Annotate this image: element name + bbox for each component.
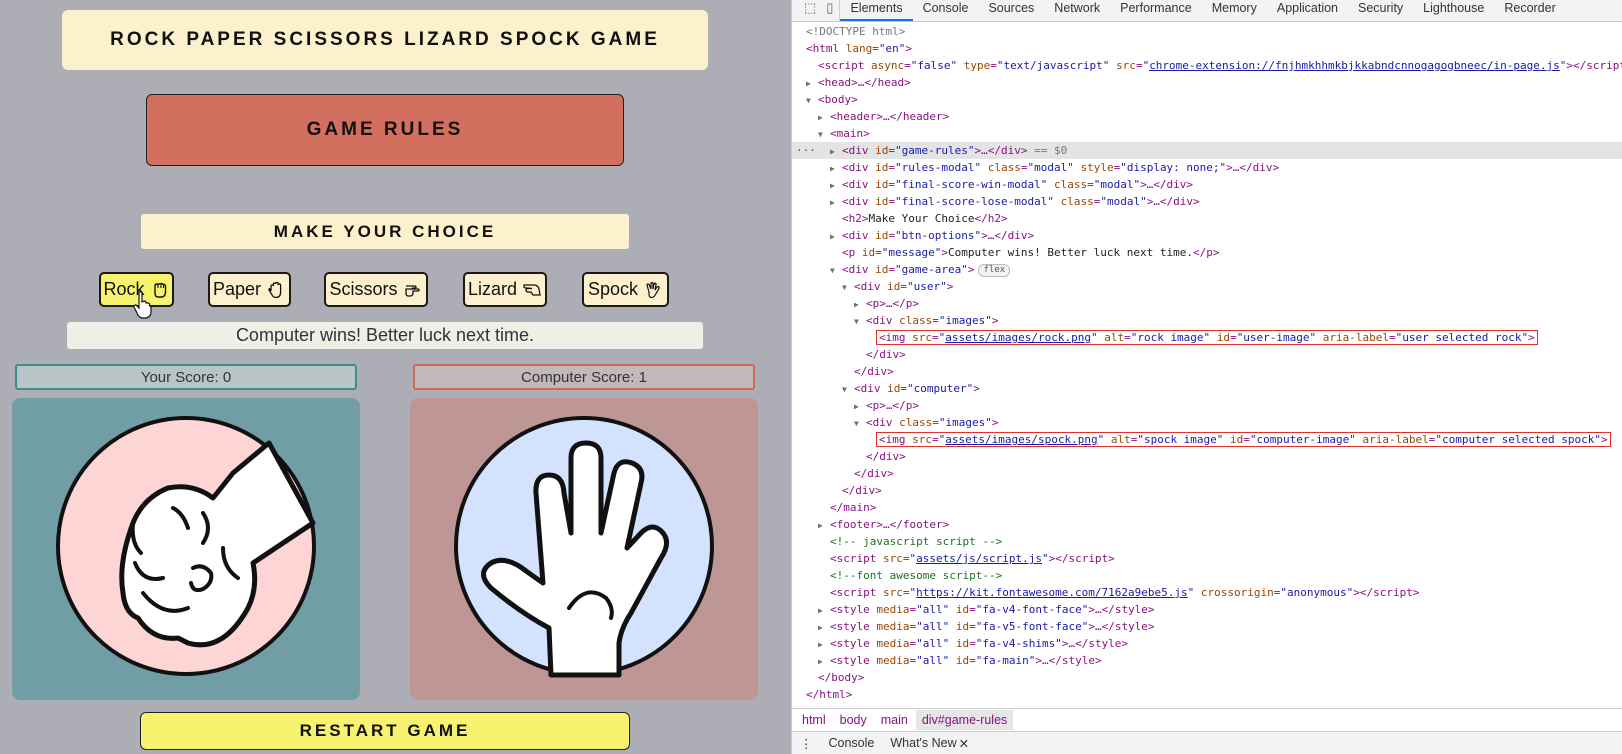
dom-line[interactable]: ▶ <head>…</head>	[806, 74, 911, 91]
user-choice-panel	[12, 398, 360, 700]
dom-line[interactable]: ▼ <div id="user">	[842, 278, 953, 295]
rock-label: Rock	[103, 279, 145, 299]
dom-line[interactable]: </div>	[866, 346, 906, 363]
dom-line[interactable]: ▶ <p>…</p>	[854, 397, 919, 414]
dom-line[interactable]: </div>	[866, 448, 906, 465]
game-rules-button[interactable]: GAME RULES	[146, 94, 624, 166]
restart-game-button[interactable]: RESTART GAME	[140, 712, 630, 750]
dom-line[interactable]: ▼ <div id="computer">	[842, 380, 980, 397]
dom-line[interactable]: <html lang="en">	[806, 40, 912, 57]
dom-line[interactable]: ▶ <style media="all" id="fa-v4-shims">…</…	[818, 635, 1128, 652]
dom-line-selected[interactable]: ··· ▶ <div id="game-rules">…</div> == $0	[792, 142, 1622, 159]
spock-button[interactable]: Spock	[582, 272, 669, 307]
breadcrumb-body[interactable]: body	[834, 710, 873, 730]
hand-lizard-icon	[523, 283, 541, 296]
hand-scissors-icon	[404, 284, 420, 297]
dom-line-user-image[interactable]: <img src="assets/images/rock.png" alt="r…	[876, 329, 1538, 346]
dom-line[interactable]: ▶ <header>…</header>	[818, 108, 949, 125]
dom-line[interactable]: ▶ <style media="all" id="fa-v5-font-face"…	[818, 618, 1155, 635]
dom-line[interactable]: <script src="assets/js/script.js"></scri…	[830, 550, 1115, 567]
user-score: Your Score: 0	[15, 364, 357, 390]
dom-tree: <!DOCTYPE html> <html lang="en"> <script…	[792, 23, 1622, 706]
inspect-element-icon[interactable]: ⬚	[804, 0, 816, 16]
dom-line[interactable]: ▶ <div id="final-score-win-modal" class="…	[830, 176, 1193, 193]
drawer-tab-console[interactable]: Console	[821, 736, 883, 750]
tab-security[interactable]: Security	[1348, 0, 1413, 21]
dom-line[interactable]: ▶ <div id="rules-modal" class="modal" sty…	[830, 159, 1279, 176]
dom-line[interactable]: </html>	[806, 686, 852, 703]
tab-console[interactable]: Console	[913, 0, 979, 21]
dom-line[interactable]: ▼ <div class="images">	[854, 414, 998, 431]
spock-label: Spock	[587, 279, 639, 299]
tab-application[interactable]: Application	[1267, 0, 1348, 21]
tab-recorder[interactable]: Recorder	[1494, 0, 1565, 21]
lizard-button[interactable]: Lizard	[463, 272, 547, 307]
dom-line[interactable]: </div>	[842, 482, 882, 499]
dom-line[interactable]: ▼ <main>	[818, 125, 870, 142]
tab-lighthouse[interactable]: Lighthouse	[1413, 0, 1494, 21]
dom-line[interactable]: ▼ <body>	[806, 91, 858, 108]
paper-button[interactable]: Paper	[208, 272, 291, 307]
drawer-menu-icon[interactable]: ⋮	[792, 736, 821, 751]
devtools-panel: ⬚ ▯ Elements Console Sources Network Per…	[791, 0, 1622, 754]
dom-line[interactable]: ▶ <p>…</p>	[854, 295, 919, 312]
dom-line[interactable]: <p id="message">Computer wins! Better lu…	[842, 244, 1220, 261]
dom-line[interactable]: ▼ <div id="game-area"> flex	[830, 261, 1011, 278]
device-toolbar-icon[interactable]: ▯	[826, 0, 833, 16]
dom-line[interactable]: <script async="false" type="text/javascr…	[818, 57, 1622, 74]
tab-sources[interactable]: Sources	[978, 0, 1044, 21]
dom-line[interactable]: ▼ <div class="images">	[854, 312, 998, 329]
make-choice-heading: MAKE YOUR CHOICE	[141, 214, 629, 249]
rock-button[interactable]: Rock	[99, 272, 174, 307]
close-icon[interactable]: ✕	[959, 736, 969, 751]
tab-memory[interactable]: Memory	[1202, 0, 1267, 21]
dom-line[interactable]: <h2>Make Your Choice</h2>	[842, 210, 1008, 227]
hand-paper-icon	[268, 281, 282, 298]
game-title: ROCK PAPER SCISSORS LIZARD SPOCK GAME	[62, 10, 708, 70]
breadcrumb-main[interactable]: main	[875, 710, 914, 730]
spock-image	[454, 416, 714, 678]
tab-network[interactable]: Network	[1044, 0, 1110, 21]
dom-line[interactable]: <script src="https://kit.fontawesome.com…	[830, 584, 1419, 601]
dom-line[interactable]: ▶ <div id="btn-options">…</div>	[830, 227, 1034, 244]
dom-line-computer-image[interactable]: <img src="assets/images/spock.png" alt="…	[876, 431, 1611, 448]
paper-label: Paper	[212, 279, 262, 299]
tab-elements[interactable]: Elements	[840, 0, 913, 21]
drawer-tab-whats-new[interactable]: What's New	[882, 736, 964, 750]
dom-line[interactable]: <!DOCTYPE html>	[806, 23, 905, 40]
computer-score: Computer Score: 1	[413, 364, 755, 390]
devtools-drawer: ⋮ Console What's New ✕	[792, 731, 1622, 754]
dom-line[interactable]: </main>	[830, 499, 876, 516]
hand-spock-icon	[646, 281, 660, 298]
dom-line[interactable]: </div>	[854, 363, 894, 380]
scissors-label: Scissors	[329, 279, 398, 299]
breadcrumb-game-rules[interactable]: div#game-rules	[915, 709, 1014, 730]
dom-line[interactable]: ▶ <style media="all" id="fa-v4-font-face"…	[818, 601, 1155, 618]
dom-line[interactable]: <!--font awesome script-->	[830, 567, 1002, 584]
game-viewport: ROCK PAPER SCISSORS LIZARD SPOCK GAME GA…	[0, 0, 791, 754]
dom-line[interactable]: </body>	[818, 669, 864, 686]
rock-image	[56, 416, 316, 676]
breadcrumb-html[interactable]: html	[796, 710, 832, 730]
dom-line[interactable]: ▶ <style media="all" id="fa-main">…</styl…	[818, 652, 1102, 669]
tab-performance[interactable]: Performance	[1110, 0, 1202, 21]
dom-line[interactable]: </div>	[854, 465, 894, 482]
dom-line[interactable]: ▶ <div id="final-score-lose-modal" class=…	[830, 193, 1200, 210]
devtools-tab-bar: ⬚ ▯ Elements Console Sources Network Per…	[792, 0, 1622, 22]
result-message: Computer wins! Better luck next time.	[67, 322, 703, 349]
lizard-label: Lizard	[467, 279, 518, 299]
dom-line[interactable]: <!-- javascript script -->	[830, 533, 1002, 550]
hand-rock-icon	[153, 282, 166, 298]
breadcrumb: html body main div#game-rules	[792, 708, 1622, 730]
dom-line[interactable]: ▶ <footer>…</footer>	[818, 516, 949, 533]
computer-choice-panel	[410, 398, 758, 700]
scissors-button[interactable]: Scissors	[324, 272, 428, 307]
